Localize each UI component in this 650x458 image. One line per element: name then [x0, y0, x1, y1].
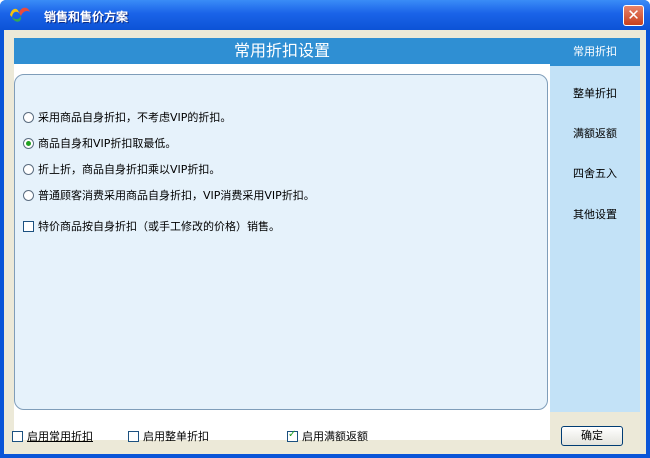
radio-button[interactable]: [23, 163, 34, 175]
option-label: 商品自身和VIP折扣取最低。: [38, 137, 177, 150]
enable-full-return[interactable]: 启用满额返额: [287, 428, 368, 444]
special-price-label: 特价商品按自身折扣（或手工修改的价格）销售。: [38, 220, 280, 233]
option-label: 普通顾客消费采用商品自身折扣，VIP消费采用VIP折扣。: [38, 189, 315, 202]
ok-button[interactable]: 确定: [561, 426, 623, 446]
option-radio-self-discount[interactable]: 采用商品自身折扣，不考虑VIP的折扣。: [23, 109, 231, 125]
options-box: 采用商品自身折扣，不考虑VIP的折扣。 商品自身和VIP折扣取最低。 折上折，商…: [14, 74, 548, 410]
dialog-window: 销售和售价方案 ✕ 常用折扣设置 采用商品自身折扣，不考虑VIP的折扣。 商品自…: [0, 0, 650, 458]
option-radio-customer-type[interactable]: 普通顾客消费采用商品自身折扣，VIP消费采用VIP折扣。: [23, 187, 315, 203]
section-header: 常用折扣设置: [14, 38, 550, 64]
close-button[interactable]: ✕: [623, 5, 644, 26]
sidebar-item-full-return[interactable]: 满额返额: [550, 120, 640, 148]
option-label: 折上折，商品自身折扣乘以VIP折扣。: [38, 163, 221, 176]
enable-common-discount[interactable]: 启用常用折扣: [12, 428, 93, 444]
radio-button[interactable]: [23, 111, 34, 123]
option-radio-discount-on-discount[interactable]: 折上折，商品自身折扣乘以VIP折扣。: [23, 161, 220, 177]
sidebar-item-common-discount[interactable]: 常用折扣: [550, 38, 640, 66]
dialog-client: 常用折扣设置 采用商品自身折扣，不考虑VIP的折扣。 商品自身和VIP折扣取最低…: [4, 30, 646, 454]
app-logo-icon: [10, 7, 30, 22]
title-bar[interactable]: 销售和售价方案 ✕: [0, 0, 650, 30]
sidebar-item-rounding[interactable]: 四舍五入: [550, 160, 640, 188]
enable-common-discount-label: 启用常用折扣: [27, 430, 93, 443]
window-title: 销售和售价方案: [44, 10, 129, 24]
enable-whole-discount[interactable]: 启用整单折扣: [128, 428, 209, 444]
special-price-checkbox-row[interactable]: 特价商品按自身折扣（或手工修改的价格）销售。: [23, 218, 280, 234]
sidebar: 常用折扣 整单折扣 满额返额 四舍五入 其他设置: [550, 38, 640, 412]
option-label: 采用商品自身折扣，不考虑VIP的折扣。: [38, 111, 232, 124]
enable-whole-discount-checkbox[interactable]: [128, 430, 139, 442]
sidebar-item-other-settings[interactable]: 其他设置: [550, 201, 640, 229]
enable-common-discount-checkbox[interactable]: [12, 430, 23, 442]
close-icon: ✕: [627, 6, 640, 24]
enable-full-return-label: 启用满额返额: [302, 430, 368, 443]
radio-button[interactable]: [23, 189, 34, 201]
option-radio-lowest-discount[interactable]: 商品自身和VIP折扣取最低。: [23, 135, 176, 151]
enable-full-return-checkbox[interactable]: [287, 429, 298, 442]
content-panel: 常用折扣设置 采用商品自身折扣，不考虑VIP的折扣。 商品自身和VIP折扣取最低…: [14, 38, 550, 440]
special-price-checkbox[interactable]: [23, 220, 34, 232]
radio-button-selected[interactable]: [23, 137, 34, 149]
enable-whole-discount-label: 启用整单折扣: [143, 430, 209, 443]
bottom-bar: 启用常用折扣 启用整单折扣 启用满额返额 确定: [4, 420, 646, 454]
sidebar-item-whole-discount[interactable]: 整单折扣: [550, 80, 640, 108]
